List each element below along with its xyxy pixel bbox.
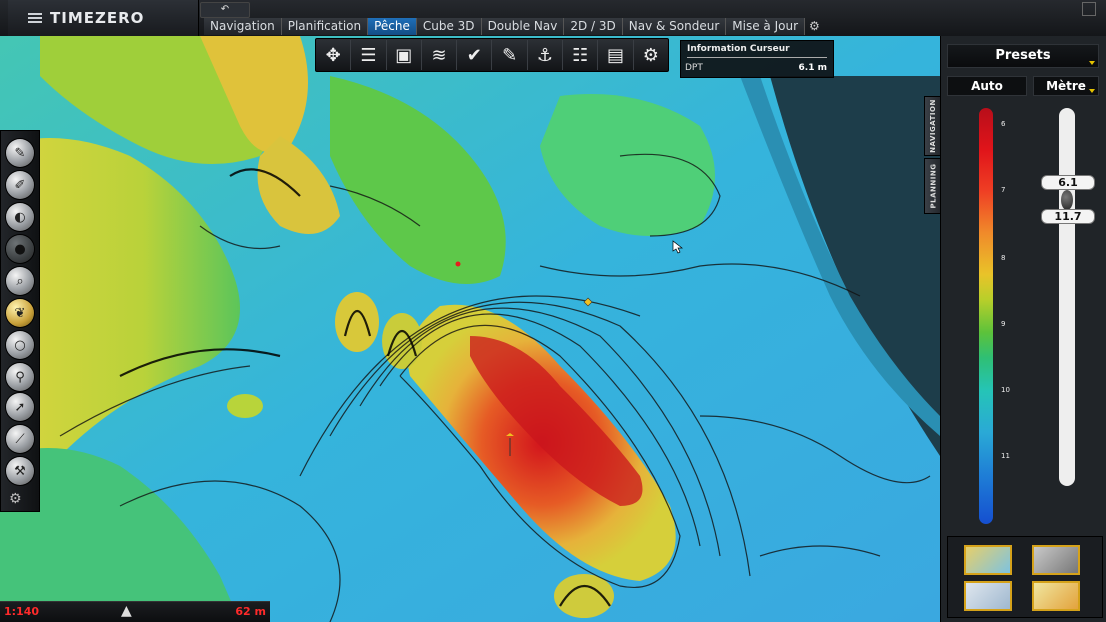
presets-label: Presets	[995, 48, 1051, 63]
wrench-icon[interactable]: ⚒	[6, 457, 34, 485]
app-window: TIMEZERO ↶ Navigation Planification Pêch…	[0, 0, 1106, 622]
marker-check-icon[interactable]: ✔	[457, 40, 493, 70]
map-toolbar: ✥ ☰ ▣ ≋ ✔ ✎ ⚓ ☷ ▤ ⚙	[315, 38, 669, 72]
depth-value: 6.1 m	[798, 63, 827, 73]
feather-icon[interactable]: ❦	[6, 299, 34, 327]
scale-tick: 10	[1001, 386, 1010, 394]
north-arrow-icon[interactable]: ▲	[121, 603, 132, 619]
depth-range-slider[interactable]	[1059, 108, 1075, 486]
chart-frame-icon[interactable]: ▣	[387, 40, 422, 70]
cursor-info-divider	[687, 57, 827, 58]
zoom-icon[interactable]: ⌕	[6, 267, 34, 295]
depth-color-scale	[979, 108, 993, 524]
scale-tick: 11	[1001, 452, 1010, 460]
thumbnail-photo-chart[interactable]	[1032, 581, 1080, 611]
slider-upper-value: 6.1	[1041, 175, 1095, 190]
workspace-tabs: Navigation Planification Pêche Cube 3D D…	[204, 18, 823, 35]
tab-settings-icon[interactable]: ⚙	[809, 19, 823, 33]
tab-mise-a-jour[interactable]: Mise à Jour	[726, 18, 806, 35]
tab-peche[interactable]: Pêche	[368, 18, 417, 35]
auto-button[interactable]: Auto	[947, 76, 1027, 96]
left-settings-icon[interactable]: ⚙	[9, 491, 22, 507]
window-button[interactable]	[1082, 2, 1096, 16]
route-icon[interactable]: ⚓	[528, 40, 564, 70]
unit-label: Mètre	[1046, 79, 1086, 93]
thumbnail-satellite[interactable]	[1032, 545, 1080, 575]
map-render	[0, 36, 940, 622]
sounder-icon[interactable]: ≋	[422, 40, 458, 70]
thumbnail-raster-chart[interactable]	[964, 545, 1012, 575]
presets-dropdown[interactable]: Presets	[947, 44, 1099, 68]
tab-double-nav[interactable]: Double Nav	[481, 18, 565, 35]
pencil-icon[interactable]: ✐	[6, 171, 34, 199]
unit-dropdown[interactable]: Mètre	[1033, 76, 1099, 96]
tab-2d-3d[interactable]: 2D / 3D	[564, 18, 623, 35]
settings-icon[interactable]: ⚙	[634, 40, 668, 70]
tab-navigation[interactable]: Navigation	[204, 18, 282, 35]
cursor-info-title: Information Curseur	[687, 44, 790, 54]
ruler-icon[interactable]: ✎	[6, 139, 34, 167]
scale-tick: 8	[1001, 254, 1006, 262]
eraser-icon[interactable]: ◐	[6, 203, 34, 231]
app-title: TIMEZERO	[50, 9, 145, 27]
chart-thumbnails	[947, 536, 1103, 618]
hamburger-icon[interactable]	[28, 13, 42, 23]
undo-button[interactable]: ↶	[200, 2, 250, 18]
hidden-tool-icon[interactable]: ●	[6, 235, 34, 263]
tab-nav-sondeur[interactable]: Nav & Sondeur	[622, 18, 727, 35]
bathymetry-3d-map[interactable]	[0, 36, 940, 622]
circle-tool-icon[interactable]: ○	[6, 331, 34, 359]
status-bar: 1:140 ▲ 62 m	[0, 601, 270, 622]
measure-icon[interactable]: ⟋	[6, 425, 34, 453]
chevron-down-icon	[1089, 89, 1095, 93]
pin-icon[interactable]: ⚲	[6, 363, 34, 391]
range-readout: 62 m	[235, 605, 266, 618]
slider-handle[interactable]	[1061, 190, 1073, 210]
scale-tick: 9	[1001, 320, 1006, 328]
pen-icon[interactable]: ✎	[492, 40, 528, 70]
depth-shading-panel: Presets Auto Mètre 6 7 8 9 10 11 6.1 11.…	[940, 36, 1106, 622]
tab-planification[interactable]: Planification	[281, 18, 369, 35]
side-tab-planning-label: PLANNING	[929, 163, 937, 209]
scale-readout: 1:140	[4, 605, 40, 618]
compass-icon[interactable]: ✥	[316, 40, 352, 70]
chevron-down-icon	[1089, 61, 1095, 65]
slider-lower-value: 11.7	[1041, 209, 1095, 224]
cursor-info-box: Information Curseur DPT 6.1 m	[680, 40, 834, 78]
layers-icon[interactable]: ☰	[351, 40, 387, 70]
depth-label: DPT	[685, 63, 703, 73]
side-tab-navigation-label: NAVIGATION	[929, 99, 938, 153]
list-icon[interactable]: ☷	[563, 40, 599, 70]
brand-menu[interactable]: TIMEZERO	[8, 0, 199, 36]
scale-tick: 7	[1001, 186, 1006, 194]
left-toolbar: ✎ ✐ ◐ ● ⌕ ❦ ○ ⚲ ➚ ⟋ ⚒ ⚙	[0, 130, 40, 512]
top-bar: TIMEZERO ↶ Navigation Planification Pêch…	[0, 0, 1106, 37]
tab-cube-3d[interactable]: Cube 3D	[416, 18, 482, 35]
scale-tick: 6	[1001, 120, 1006, 128]
pointer-icon[interactable]: ➚	[6, 393, 34, 421]
thumbnail-vector-chart[interactable]	[964, 581, 1012, 611]
panel-icon[interactable]: ▤	[598, 40, 634, 70]
